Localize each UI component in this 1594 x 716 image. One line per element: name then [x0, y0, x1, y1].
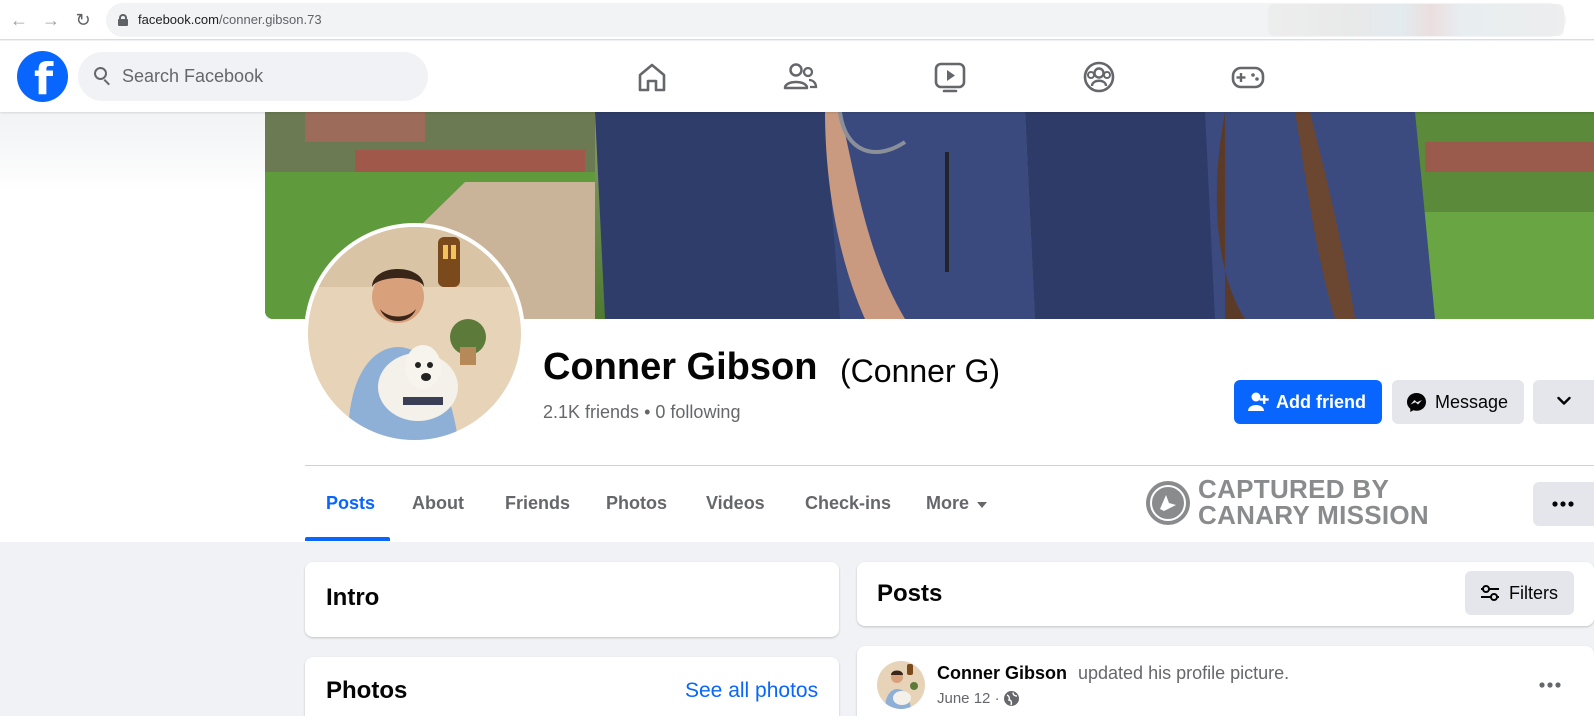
photos-card: Photos See all photos	[305, 657, 839, 716]
posts-title: Posts	[877, 580, 943, 607]
tab-videos[interactable]: Videos	[706, 493, 765, 514]
gaming-icon[interactable]	[1230, 59, 1266, 95]
friends-following-line: 2.1K friends • 0 following	[543, 402, 740, 423]
profile-name: Conner Gibson	[543, 346, 818, 388]
filters-label: Filters	[1509, 583, 1558, 603]
profile-options-button[interactable]	[1533, 380, 1594, 424]
following-count-link[interactable]: 0 following	[655, 402, 740, 422]
facebook-header: f	[0, 41, 1594, 112]
chevron-down-icon	[1557, 396, 1571, 405]
intro-title: Intro	[326, 584, 380, 611]
tab-friends[interactable]: Friends	[505, 493, 570, 514]
more-dots-icon	[1552, 501, 1574, 507]
add-friend-label: Add friend	[1276, 392, 1366, 412]
intro-card: Intro	[305, 562, 839, 637]
groups-icon[interactable]	[1081, 59, 1117, 95]
back-icon[interactable]: ←	[9, 10, 29, 30]
friends-icon[interactable]	[782, 59, 818, 95]
left-gutter	[0, 112, 266, 542]
search-input[interactable]	[122, 52, 412, 101]
more-caret-icon	[977, 502, 987, 508]
lock-icon	[118, 14, 128, 26]
friends-count-link[interactable]: 2.1K friends	[543, 402, 639, 422]
tab-options-button[interactable]	[1533, 482, 1594, 526]
post-action-text: updated his profile picture.	[1078, 663, 1290, 683]
url-text: facebook.com/conner.gibson.73	[138, 12, 322, 27]
facebook-logo-icon[interactable]: f	[17, 51, 68, 104]
photos-title: Photos	[326, 677, 408, 704]
blurred-extensions	[1268, 4, 1564, 36]
add-friend-icon	[1248, 392, 1269, 411]
forward-icon[interactable]: →	[41, 10, 61, 30]
post-options-button[interactable]	[1535, 670, 1565, 700]
messenger-icon	[1407, 393, 1426, 412]
watch-icon[interactable]	[932, 59, 968, 95]
tab-about[interactable]: About	[412, 493, 464, 514]
watermark-text: CAPTURED BY CANARY MISSION	[1198, 474, 1430, 530]
home-icon[interactable]	[634, 59, 670, 95]
profile-alternate-name: (Conner G)	[840, 353, 1001, 389]
tab-more[interactable]: More	[926, 493, 969, 514]
post-author-avatar[interactable]	[877, 661, 925, 709]
globe-icon	[1004, 691, 1019, 706]
post-author-name[interactable]: Conner Gibson	[937, 663, 1067, 684]
message-label: Message	[1435, 392, 1509, 412]
canary-logo-icon	[1146, 481, 1190, 525]
profile-divider	[305, 465, 1594, 466]
search-box[interactable]	[78, 52, 428, 101]
add-friend-button[interactable]: Add friend	[1234, 380, 1382, 424]
search-icon	[94, 67, 110, 86]
browser-toolbar: ← → ↻ facebook.com/conner.gibson.73	[0, 0, 1594, 40]
profile-avatar[interactable]	[304, 223, 525, 444]
tab-check-ins[interactable]: Check-ins	[805, 493, 891, 514]
active-tab-indicator	[305, 537, 390, 541]
more-dots-icon	[1539, 682, 1561, 688]
tab-posts[interactable]: Posts	[326, 493, 375, 514]
filters-icon	[1481, 585, 1499, 601]
tab-photos[interactable]: Photos	[606, 493, 667, 514]
message-button[interactable]: Message	[1392, 380, 1524, 424]
separator-dot: •	[644, 402, 651, 422]
canary-mission-watermark: CAPTURED BY CANARY MISSION	[1146, 476, 1436, 532]
filters-button[interactable]: Filters	[1465, 571, 1574, 615]
see-all-photos-link[interactable]: See all photos	[685, 679, 818, 703]
post-date[interactable]: June 12 ·	[937, 690, 1000, 707]
reload-icon[interactable]: ↻	[73, 10, 93, 30]
